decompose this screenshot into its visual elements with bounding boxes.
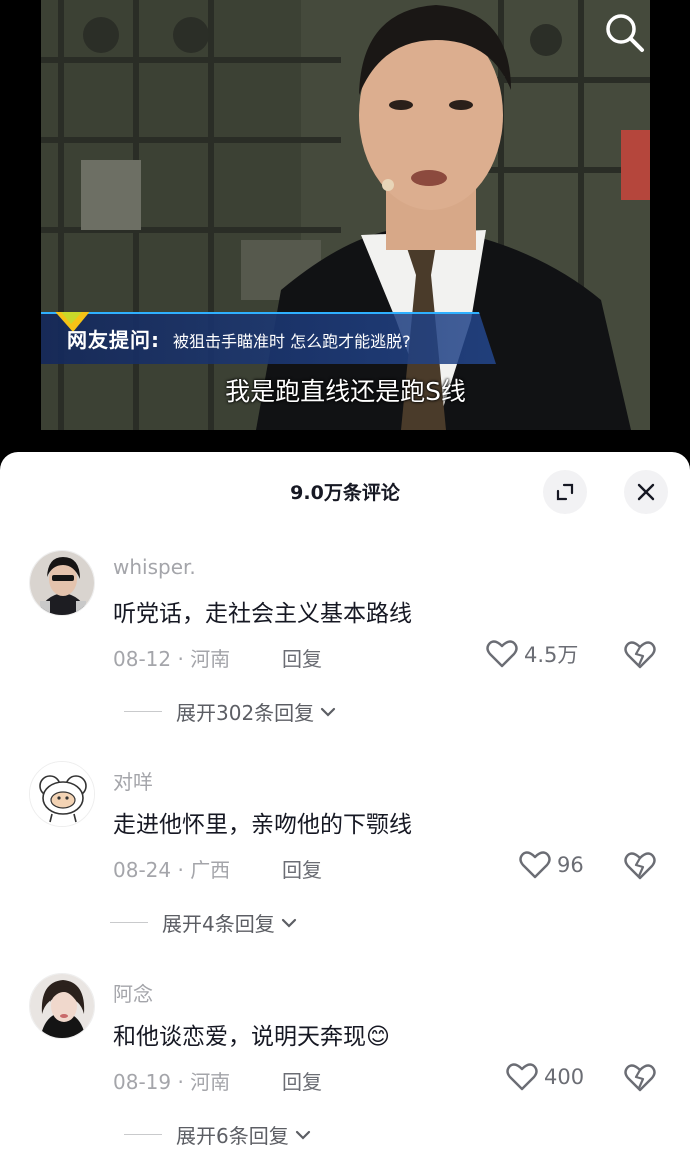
broken-heart-icon	[624, 852, 656, 880]
divider-line	[124, 711, 162, 712]
expand-replies-button[interactable]: 展开302条回复	[124, 697, 338, 726]
reply-button[interactable]: 回复	[282, 643, 322, 672]
search-icon	[606, 14, 644, 52]
expand-replies-label: 展开4条回复	[162, 912, 275, 936]
reply-button[interactable]: 回复	[282, 854, 322, 883]
avatar-image	[30, 551, 94, 615]
avatar[interactable]	[29, 973, 95, 1039]
close-icon	[637, 483, 655, 501]
avatar[interactable]	[29, 550, 95, 616]
heart-icon	[486, 640, 518, 668]
avatar[interactable]	[29, 761, 95, 827]
comment-text: 和他谈恋爱，说明天奔现😊	[113, 1024, 390, 1050]
chevron-down-icon	[281, 918, 296, 928]
like-button[interactable]: 4.5万	[486, 639, 578, 669]
heart-icon	[506, 1063, 538, 1091]
expand-panel-button[interactable]	[543, 470, 587, 514]
like-button[interactable]: 96	[519, 850, 584, 880]
comment-username[interactable]: whisper.	[113, 555, 196, 579]
banner-question: 被狙击手瞄准时 怎么跑才能逃脱?	[173, 332, 411, 351]
chevron-down-icon	[321, 707, 336, 717]
like-count: 400	[544, 1065, 585, 1089]
dislike-button[interactable]	[624, 850, 656, 882]
comment-meta: 08-12 · 河南	[113, 647, 231, 671]
video-scene	[41, 0, 650, 430]
comment-text: 走进他怀里，亲吻他的下颚线	[113, 812, 412, 838]
question-banner: 网友提问: 被狙击手瞄准时 怎么跑才能逃脱?	[41, 312, 496, 364]
search-button[interactable]	[600, 8, 648, 56]
divider-line	[110, 922, 148, 923]
broken-heart-icon	[624, 641, 656, 669]
like-count: 96	[557, 853, 584, 877]
comment-meta: 08-19 · 河南	[113, 1070, 231, 1094]
comment-username[interactable]: 阿念	[113, 978, 153, 1007]
divider-line	[124, 1134, 162, 1135]
close-panel-button[interactable]	[624, 470, 668, 514]
heart-icon	[519, 851, 551, 879]
comments-panel: 9.0万条评论 whisper. 听党话，走社会主义基本路线 08-12 · 河…	[0, 452, 690, 1174]
expand-replies-button[interactable]: 展开4条回复	[110, 908, 299, 937]
video-player[interactable]: 网友提问: 被狙击手瞄准时 怎么跑才能逃脱? 我是跑直线还是跑S线	[0, 0, 690, 470]
comment-meta: 08-24 · 广西	[113, 858, 231, 882]
comment-username[interactable]: 对咩	[113, 766, 153, 795]
expand-replies-label: 展开6条回复	[176, 1124, 289, 1148]
avatar-image	[30, 762, 94, 826]
broken-heart-icon	[624, 1064, 656, 1092]
expand-replies-label: 展开302条回复	[176, 701, 315, 725]
like-count: 4.5万	[524, 643, 579, 667]
banner-tag: 网友提问:	[67, 328, 160, 352]
like-button[interactable]: 400	[506, 1062, 584, 1092]
dislike-button[interactable]	[624, 639, 656, 671]
video-frame: 网友提问: 被狙击手瞄准时 怎么跑才能逃脱? 我是跑直线还是跑S线	[41, 0, 650, 430]
avatar-image	[30, 974, 94, 1038]
video-subtitle: 我是跑直线还是跑S线	[225, 377, 466, 406]
chevron-down-icon	[295, 1130, 310, 1140]
reply-button[interactable]: 回复	[282, 1066, 322, 1095]
comment-text: 听党话，走社会主义基本路线	[113, 601, 412, 627]
expand-replies-button[interactable]: 展开6条回复	[124, 1120, 313, 1149]
dislike-button[interactable]	[624, 1062, 656, 1094]
expand-icon	[556, 483, 574, 501]
